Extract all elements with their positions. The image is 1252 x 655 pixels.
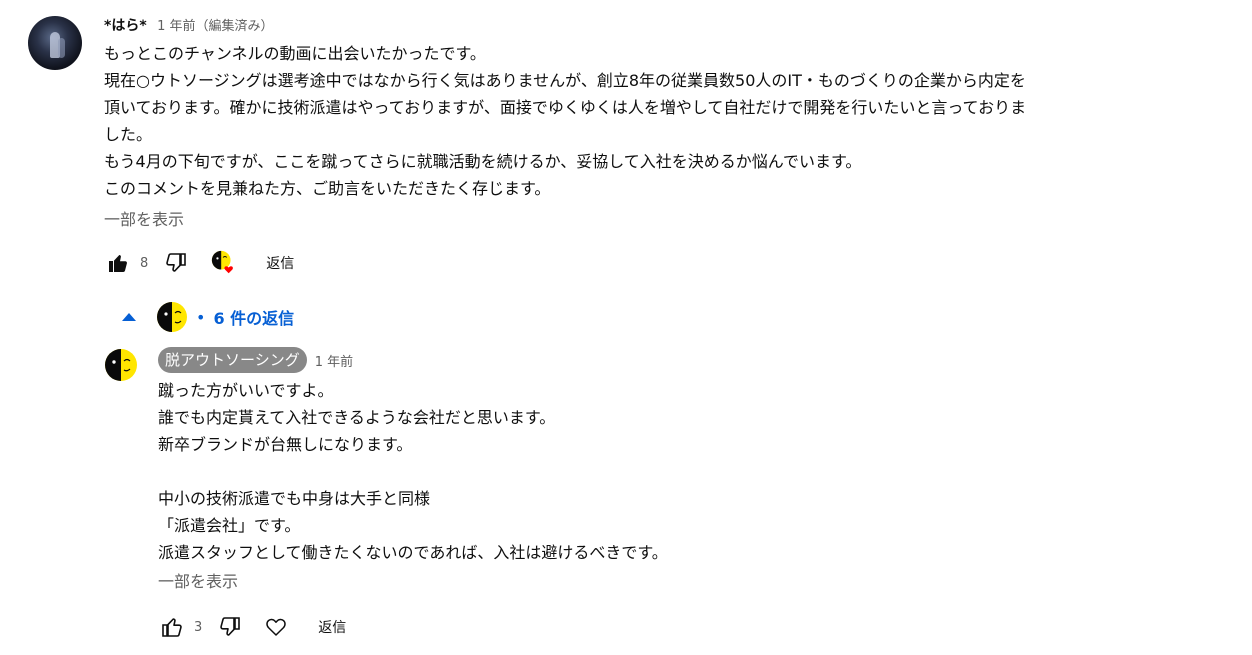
replies-count-label[interactable]: 6 件の返信 bbox=[213, 305, 294, 329]
separator-dot: • bbox=[196, 307, 206, 327]
thumbs-down-icon bbox=[220, 617, 241, 636]
like-button[interactable] bbox=[158, 613, 186, 641]
comment-text-line: 現在○ウトソージングは選考途中ではなから行く気はありませんが、創立8年の従業員数… bbox=[104, 71, 1026, 90]
comment-text-line: このコメントを見兼ねた方、ご助言をいただきたく存じます。 bbox=[104, 179, 551, 198]
reply-author-chip[interactable]: 脱アウトソーシング bbox=[158, 347, 307, 373]
show-less-button[interactable]: 一部を表示 bbox=[104, 205, 1224, 235]
like-count: 3 bbox=[194, 619, 203, 635]
reply-text: 蹴った方がいいですよ。 誰でも内定貰えて入社できるような会社だと思います。 新卒… bbox=[158, 377, 1158, 566]
dislike-button[interactable] bbox=[216, 613, 244, 641]
show-less-button[interactable]: 一部を表示 bbox=[158, 567, 1158, 597]
reply-text-line bbox=[158, 458, 1158, 485]
comment-text-line: もっとこのチャンネルの動画に出会いたかったです。 bbox=[104, 44, 486, 63]
reply-button[interactable]: 返信 bbox=[266, 253, 294, 273]
avatar-figure-secondary bbox=[58, 38, 65, 58]
comment-text-line: した。 bbox=[104, 125, 153, 144]
creator-heart-badge bbox=[210, 249, 238, 277]
comment-text-line: もう4月の下旬ですが、ここを蹴ってさらに就職活動を続けるか、妥協して入社を決める… bbox=[104, 152, 862, 171]
comment-text: もっとこのチャンネルの動画に出会いたかったです。 現在○ウトソージングは選考途中… bbox=[104, 40, 1224, 202]
reply-timestamp[interactable]: 1 年前 bbox=[315, 351, 353, 370]
thumbs-up-icon bbox=[109, 255, 127, 272]
reply-text-line: 「派遣会社」です。 bbox=[158, 516, 301, 535]
comment-header: *はら* 1 年前（編集済み） bbox=[104, 14, 1224, 38]
avatar[interactable] bbox=[104, 348, 138, 382]
reply-body: 脱アウトソーシング 1 年前 蹴った方がいいですよ。 誰でも内定貰えて入社できる… bbox=[158, 346, 1158, 645]
reply-text-line: 蹴った方がいいですよ。 bbox=[158, 381, 334, 400]
dislike-button[interactable] bbox=[162, 249, 190, 277]
reply-text-line: 中小の技術派遣でも中身は大手と同様 bbox=[158, 489, 431, 508]
reply-button[interactable]: 返信 bbox=[318, 617, 346, 637]
heart-icon bbox=[266, 618, 287, 636]
replies-toggle-button[interactable]: • 6 件の返信 bbox=[122, 300, 294, 334]
caret-up-icon bbox=[122, 313, 136, 321]
creator-heart-badge-icon bbox=[212, 250, 234, 274]
creator-avatar-icon bbox=[105, 349, 137, 381]
thumbs-up-icon bbox=[162, 618, 182, 637]
heart-button[interactable] bbox=[262, 613, 290, 641]
reply-text-line: 新卒ブランドが台無しになります。 bbox=[158, 435, 413, 454]
comment-author[interactable]: *はら* bbox=[104, 18, 147, 34]
creator-avatar-icon bbox=[157, 302, 187, 332]
reply-header: 脱アウトソーシング 1 年前 bbox=[158, 346, 1158, 374]
thumbs-down-icon bbox=[166, 253, 187, 272]
like-count: 8 bbox=[140, 255, 149, 271]
comment-timestamp[interactable]: 1 年前（編集済み） bbox=[157, 19, 273, 34]
comment-body: *はら* 1 年前（編集済み） もっとこのチャンネルの動画に出会いたかったです。… bbox=[104, 14, 1224, 281]
reply-text-line: 派遣スタッフとして働きたくないのであれば、入社は避けるべきです。 bbox=[158, 543, 668, 562]
reply-text-line: 誰でも内定貰えて入社できるような会社だと思います。 bbox=[158, 408, 556, 427]
comment-text-line: 頂いております。確かに技術派遣はやっておりますが、面接でゆくゆくは人を増やして自… bbox=[104, 98, 1027, 117]
comment-actions: 8 返信 bbox=[104, 245, 1224, 281]
comments-section: *はら* 1 年前（編集済み） もっとこのチャンネルの動画に出会いたかったです。… bbox=[0, 0, 1252, 655]
reply-actions: 3 返信 bbox=[158, 609, 1158, 645]
avatar[interactable] bbox=[28, 16, 82, 70]
like-button[interactable] bbox=[104, 249, 132, 277]
